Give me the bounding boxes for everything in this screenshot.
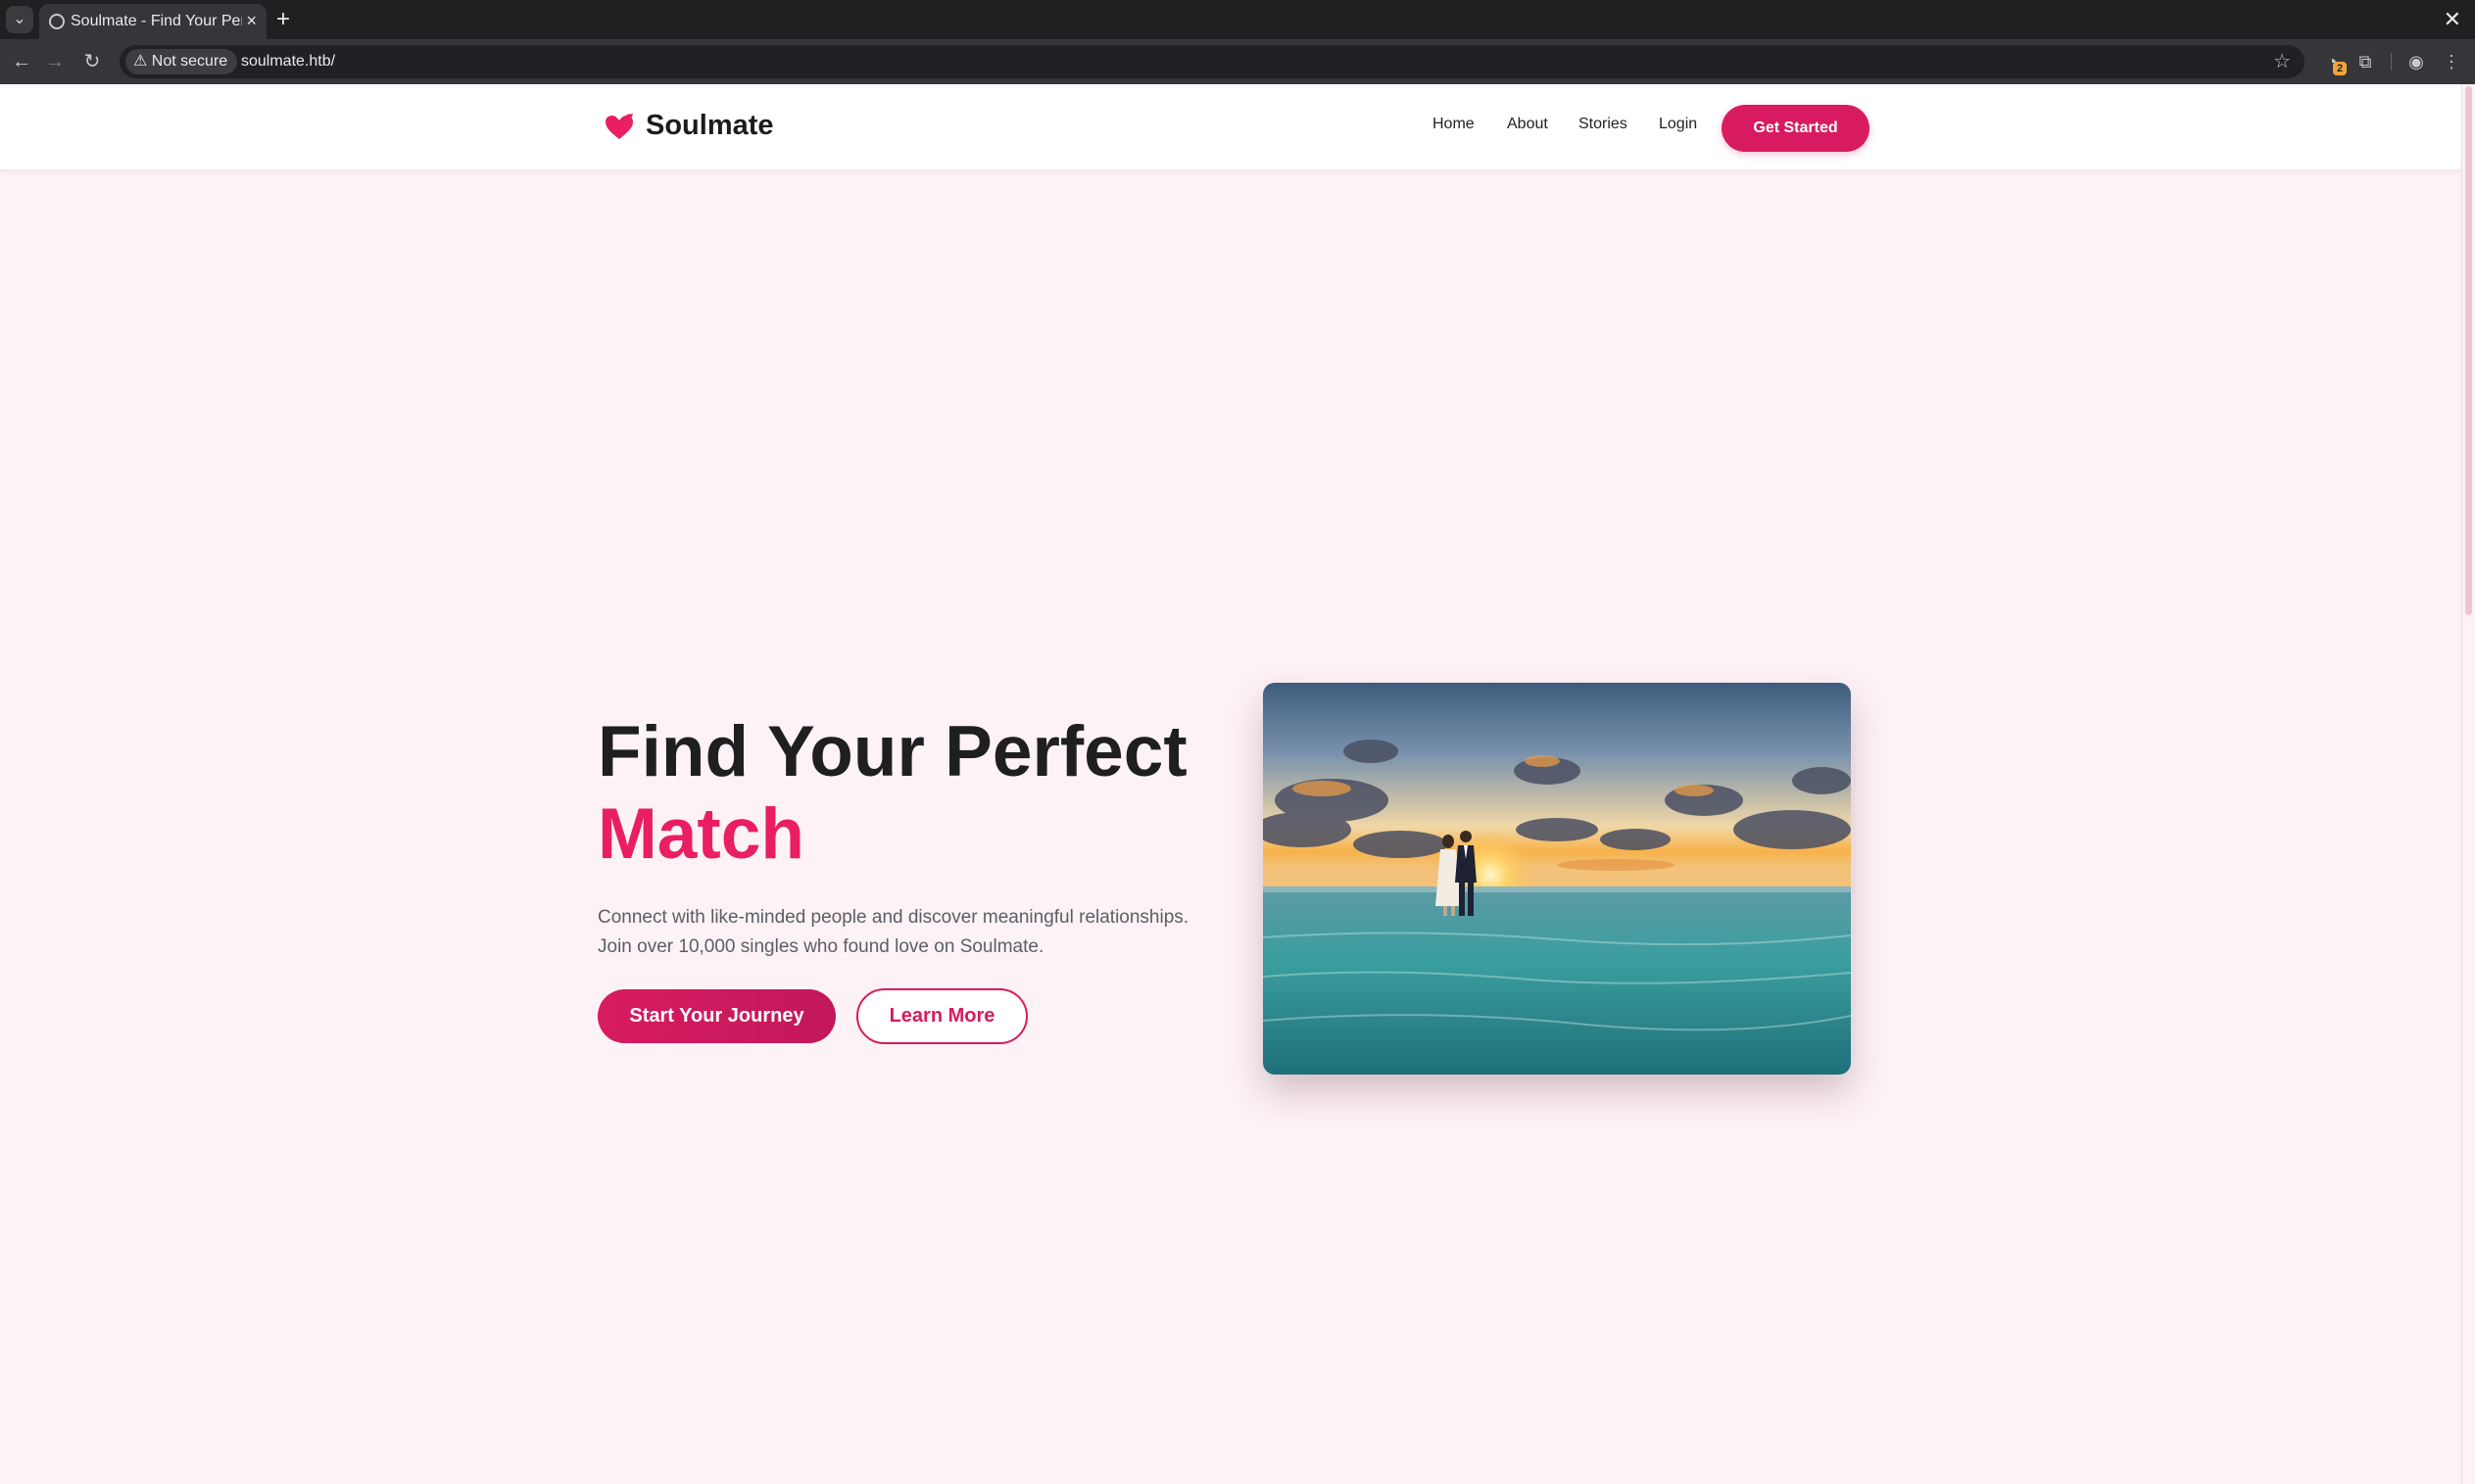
beach-sunset-illustration	[1263, 683, 1851, 1075]
hero-title-line1: Find Your Perfect	[598, 712, 1188, 791]
hero-beach-couple-image	[1263, 683, 1851, 1075]
nav-stories[interactable]: Stories	[1578, 116, 1627, 133]
tab-search-chevron-icon[interactable]: ⌄	[6, 6, 33, 33]
nav-login[interactable]: Login	[1659, 116, 1697, 133]
forward-arrow-icon[interactable]: →	[41, 48, 69, 75]
window-close-icon[interactable]: ✕	[2444, 4, 2461, 35]
learn-more-button[interactable]: Learn More	[856, 988, 1028, 1044]
puzzle-extensions-icon[interactable]: ⧉	[2352, 48, 2379, 75]
page-viewport: Soulmate Home About Stories Login Get St…	[0, 84, 2461, 1484]
hero-description: Connect with like-minded people and disc…	[598, 903, 1225, 962]
start-journey-button[interactable]: Start Your Journey	[598, 989, 836, 1043]
brand-name[interactable]: Soulmate	[646, 110, 774, 142]
nav-home[interactable]: Home	[1432, 116, 1475, 133]
extension-badge: 2	[2333, 62, 2347, 75]
bookmark-star-icon[interactable]: ☆	[2273, 50, 2291, 73]
back-arrow-icon[interactable]: ←	[8, 48, 35, 75]
globe-icon	[49, 14, 65, 29]
reload-icon[interactable]: ↻	[78, 48, 106, 75]
extension-icon[interactable]: ◔ 2	[2318, 48, 2347, 75]
get-started-button[interactable]: Get Started	[1722, 105, 1869, 152]
page-scrollbar[interactable]	[2461, 84, 2475, 1484]
address-bar[interactable]: ⚠ Not secure soulmate.htb/ ☆	[120, 45, 2305, 78]
new-tab-icon[interactable]: +	[276, 4, 290, 35]
tab-title: Soulmate - Find Your Perfect Match	[71, 13, 242, 29]
toolbar-divider	[2391, 53, 2392, 71]
browser-tab[interactable]: Soulmate - Find Your Perfect Match ×	[39, 4, 267, 39]
hero-description-line2: Join over 10,000 singles who found love …	[598, 936, 1044, 957]
tab-strip: ⌄ Soulmate - Find Your Perfect Match × +…	[0, 0, 2475, 39]
site-header: Soulmate Home About Stories Login Get St…	[0, 84, 2461, 170]
profile-avatar-icon[interactable]: ◉	[2402, 48, 2430, 75]
scrollbar-thumb[interactable]	[2465, 86, 2472, 615]
security-chip[interactable]: ⚠ Not secure	[125, 49, 238, 74]
url-text[interactable]: soulmate.htb/	[241, 53, 335, 71]
tab-close-icon[interactable]: ×	[246, 10, 257, 31]
browser-toolbar: ← → ↻ ⚠ Not secure soulmate.htb/ ☆ ◔ 2 ⧉…	[0, 39, 2475, 84]
hero-title-accent: Match	[598, 794, 804, 874]
hero-description-line1: Connect with like-minded people and disc…	[598, 907, 1189, 928]
kebab-menu-icon[interactable]: ⋮	[2438, 48, 2465, 75]
security-label: Not secure	[151, 53, 228, 70]
heart-logo-icon	[606, 114, 633, 139]
hero-title: Find Your Perfect Match	[598, 711, 1188, 876]
warning-triangle-icon: ⚠	[133, 53, 148, 70]
nav-about[interactable]: About	[1507, 116, 1548, 133]
